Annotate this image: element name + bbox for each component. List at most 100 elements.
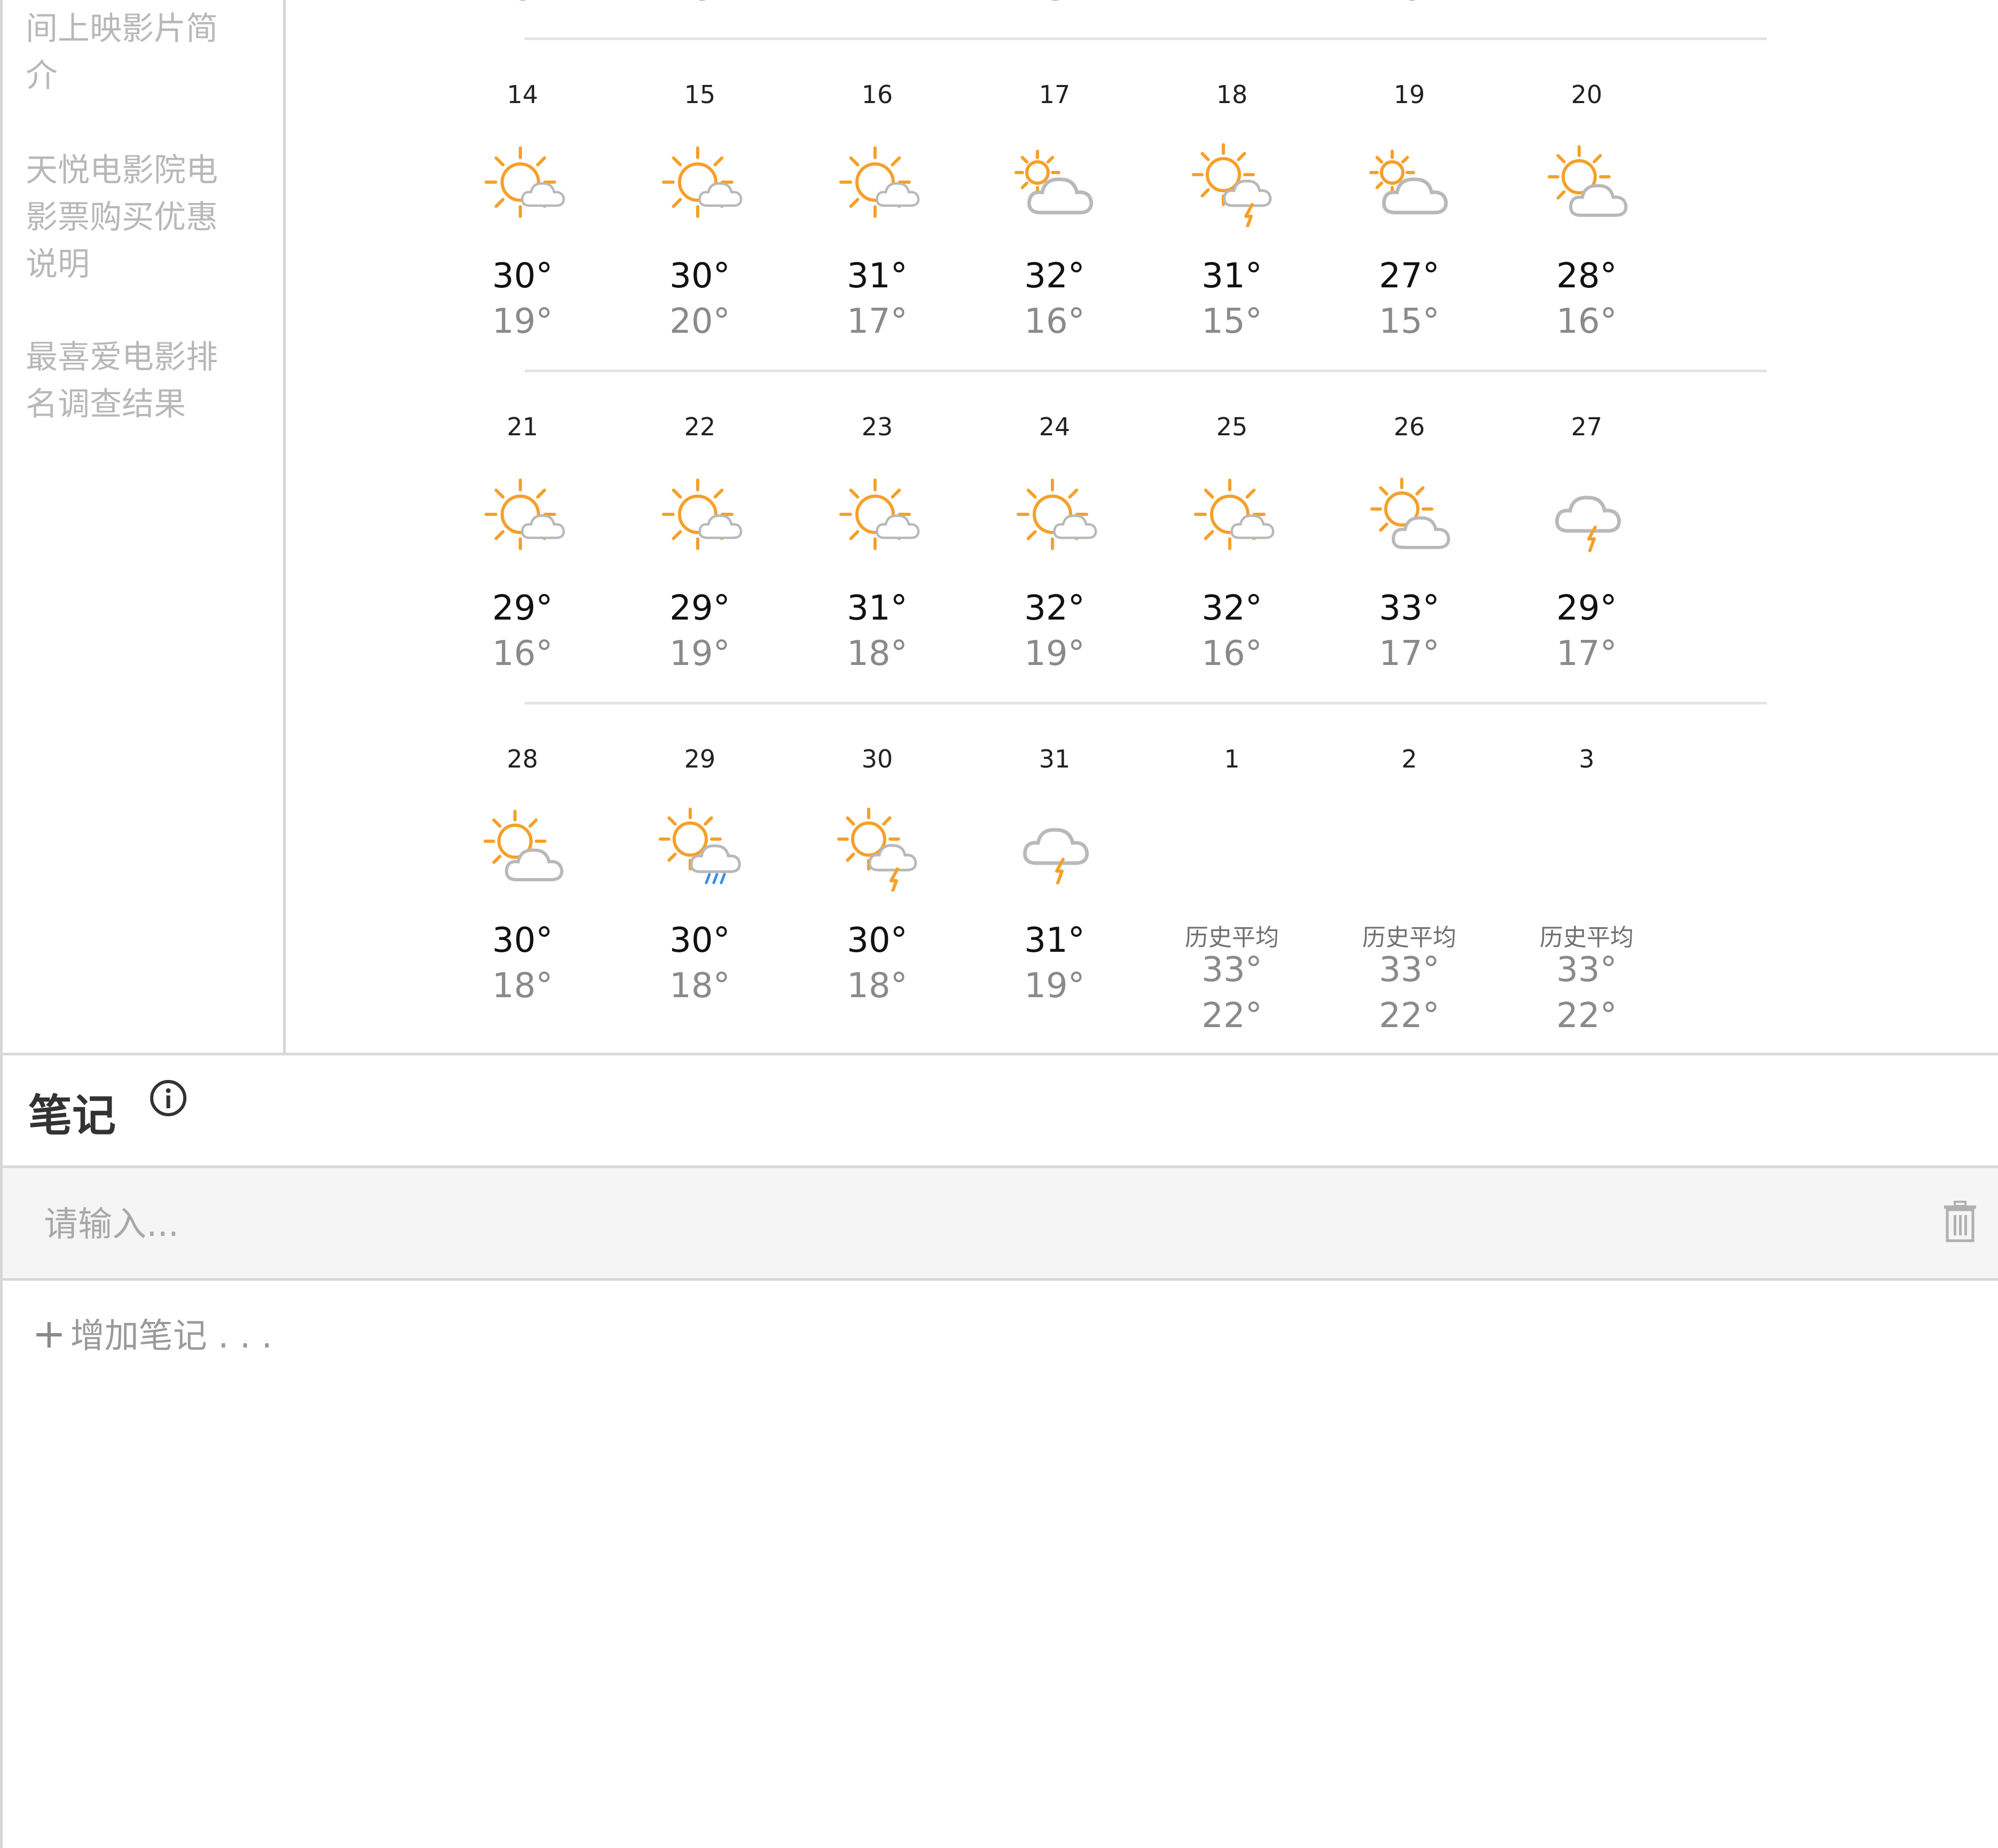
day-number: 27 — [1571, 412, 1603, 441]
low-temp: 22° — [1556, 996, 1617, 1036]
partly-cloudy-icon — [483, 810, 564, 882]
day-cell[interactable]: 20 28° 16° — [1498, 40, 1675, 361]
day-number: 17 — [1039, 80, 1071, 109]
day-cell[interactable]: 16 31° 17° — [789, 40, 966, 361]
day-cell[interactable]: 1 历史平均 33° 22° — [1143, 704, 1321, 1036]
low-temp: 16° — [492, 634, 553, 674]
sun-rain-icon — [659, 808, 742, 884]
low-temp: 19° — [492, 302, 553, 341]
low-temp: 18° — [847, 634, 908, 674]
high-temp: 31° — [847, 589, 908, 628]
plus-icon: + — [32, 1310, 66, 1357]
sunny-cloud-icon — [1017, 479, 1097, 550]
sidebar-item-favorite-ranking[interactable]: 最喜爱电影排名调查结果 — [26, 334, 239, 428]
day-cell[interactable]: 29 30° 18° — [611, 704, 789, 1025]
high-temp: 30° — [492, 256, 553, 296]
day-cell[interactable]: 3 历史平均 33° 22° — [1498, 704, 1675, 1036]
day-cell[interactable]: 23 31° 18° — [789, 372, 966, 693]
sunny-cloud-icon — [485, 146, 565, 218]
day-number: 24 — [1039, 412, 1071, 441]
day-cell[interactable]: 14 30° 19° — [434, 40, 611, 361]
historical-average-label: 历史平均 — [1540, 924, 1634, 951]
cloudy-sun-icon — [1014, 150, 1094, 215]
high-temp: 31° — [847, 256, 908, 296]
notes-title: 笔记 — [28, 1091, 116, 1141]
notes-divider — [0, 1278, 1998, 1281]
day-cell[interactable]: 24 32° 19° — [966, 372, 1143, 693]
low-temp: 18° — [669, 966, 730, 1006]
low-temp: 19° — [1024, 634, 1085, 674]
add-note-label: 增加笔记 . . . — [70, 1317, 272, 1356]
low-temp: 17° — [847, 302, 908, 341]
day-cell[interactable]: 2 历史平均 33° 22° — [1321, 704, 1498, 1036]
high-temp: 30° — [669, 921, 730, 960]
low-temp: 17° — [1556, 634, 1617, 674]
high-temp: 33° — [1556, 950, 1617, 990]
low-temp: 20° — [669, 302, 730, 341]
sunny-cloud-icon — [839, 146, 920, 218]
day-number: 18 — [1216, 80, 1248, 109]
low-temp: 19° — [669, 634, 730, 674]
partial-low-temp: 17° — [789, 0, 966, 9]
high-temp: 28° — [1556, 256, 1617, 296]
low-temp: 22° — [1201, 996, 1262, 1036]
partial-low-temp: 17° — [1498, 0, 1675, 9]
partly-cloudy-icon — [1548, 145, 1628, 217]
day-number: 30 — [861, 745, 893, 773]
day-cell[interactable]: 17 32° 16° — [966, 40, 1143, 361]
day-cell[interactable]: 25 32° 16° — [1143, 372, 1321, 693]
day-cell[interactable]: 21 29° 16° — [434, 372, 611, 693]
day-cell[interactable]: 28 30° 18° — [434, 704, 611, 1025]
day-cell[interactable]: 26 33° 17° — [1321, 372, 1498, 693]
high-temp: 30° — [492, 921, 553, 960]
day-number: 23 — [861, 412, 893, 441]
day-cell[interactable]: 22 29° 19° — [611, 372, 789, 693]
low-temp: 16° — [1556, 302, 1617, 341]
sun-thunder-icon — [837, 808, 917, 891]
trash-icon[interactable] — [1942, 1200, 1978, 1243]
high-temp: 33° — [1379, 950, 1440, 990]
historical-average-label: 历史平均 — [1185, 924, 1279, 951]
day-number: 15 — [684, 80, 716, 109]
day-number: 19 — [1393, 80, 1425, 109]
historical-average-label: 历史平均 — [1362, 924, 1456, 951]
sun-thunder-icon — [1192, 143, 1272, 227]
day-number: 1 — [1224, 745, 1240, 773]
sidebar-item-ticket-discount[interactable]: 天悦电影院电影票购买优惠说明 — [26, 147, 239, 288]
day-number: 31 — [1039, 745, 1071, 773]
day-number: 16 — [861, 80, 893, 109]
day-number: 28 — [506, 745, 538, 773]
high-temp: 29° — [669, 589, 730, 628]
high-temp: 27° — [1379, 256, 1440, 296]
notes-header: 笔记 — [3, 1055, 1998, 1165]
day-number: 3 — [1579, 745, 1595, 773]
high-temp: 30° — [847, 921, 908, 960]
sidebar-item-movie-intro[interactable]: 间上映影片简介 — [26, 5, 239, 99]
day-cell[interactable]: 27 29° 17° — [1498, 372, 1675, 693]
high-temp: 31° — [1201, 256, 1262, 296]
note-input[interactable] — [43, 1195, 1861, 1255]
low-temp: 17° — [1379, 634, 1440, 674]
low-temp: 15° — [1379, 302, 1440, 341]
high-temp: 30° — [669, 256, 730, 296]
thunderstorm-icon — [1555, 496, 1621, 552]
high-temp: 31° — [1024, 921, 1085, 960]
day-number: 26 — [1393, 412, 1425, 441]
thunderstorm-icon — [1023, 828, 1089, 884]
day-cell[interactable]: 31 31° 19° — [966, 704, 1143, 1025]
day-cell[interactable]: 18 31° 15° — [1143, 40, 1321, 361]
high-temp: 29° — [492, 589, 553, 628]
partial-low-temp: 19° — [434, 0, 611, 9]
sunny-cloud-icon — [662, 146, 743, 218]
weather-calendar: 19°18°17°15°14°16°17° 1430°19°1530°20°16… — [283, 0, 1998, 1053]
sunny-cloud-icon — [839, 479, 920, 550]
day-cell[interactable]: 15 30° 20° — [611, 40, 789, 361]
info-icon[interactable] — [147, 1077, 190, 1119]
day-cell[interactable]: 19 27° 15° — [1321, 40, 1498, 361]
day-number: 2 — [1401, 745, 1417, 773]
add-note-button[interactable]: + 增加笔记 . . . — [32, 1309, 272, 1358]
day-cell[interactable]: 30 30° 18° — [789, 704, 966, 1025]
low-temp: 16° — [1024, 302, 1085, 341]
low-temp: 18° — [492, 966, 553, 1006]
low-temp: 15° — [1201, 302, 1262, 341]
